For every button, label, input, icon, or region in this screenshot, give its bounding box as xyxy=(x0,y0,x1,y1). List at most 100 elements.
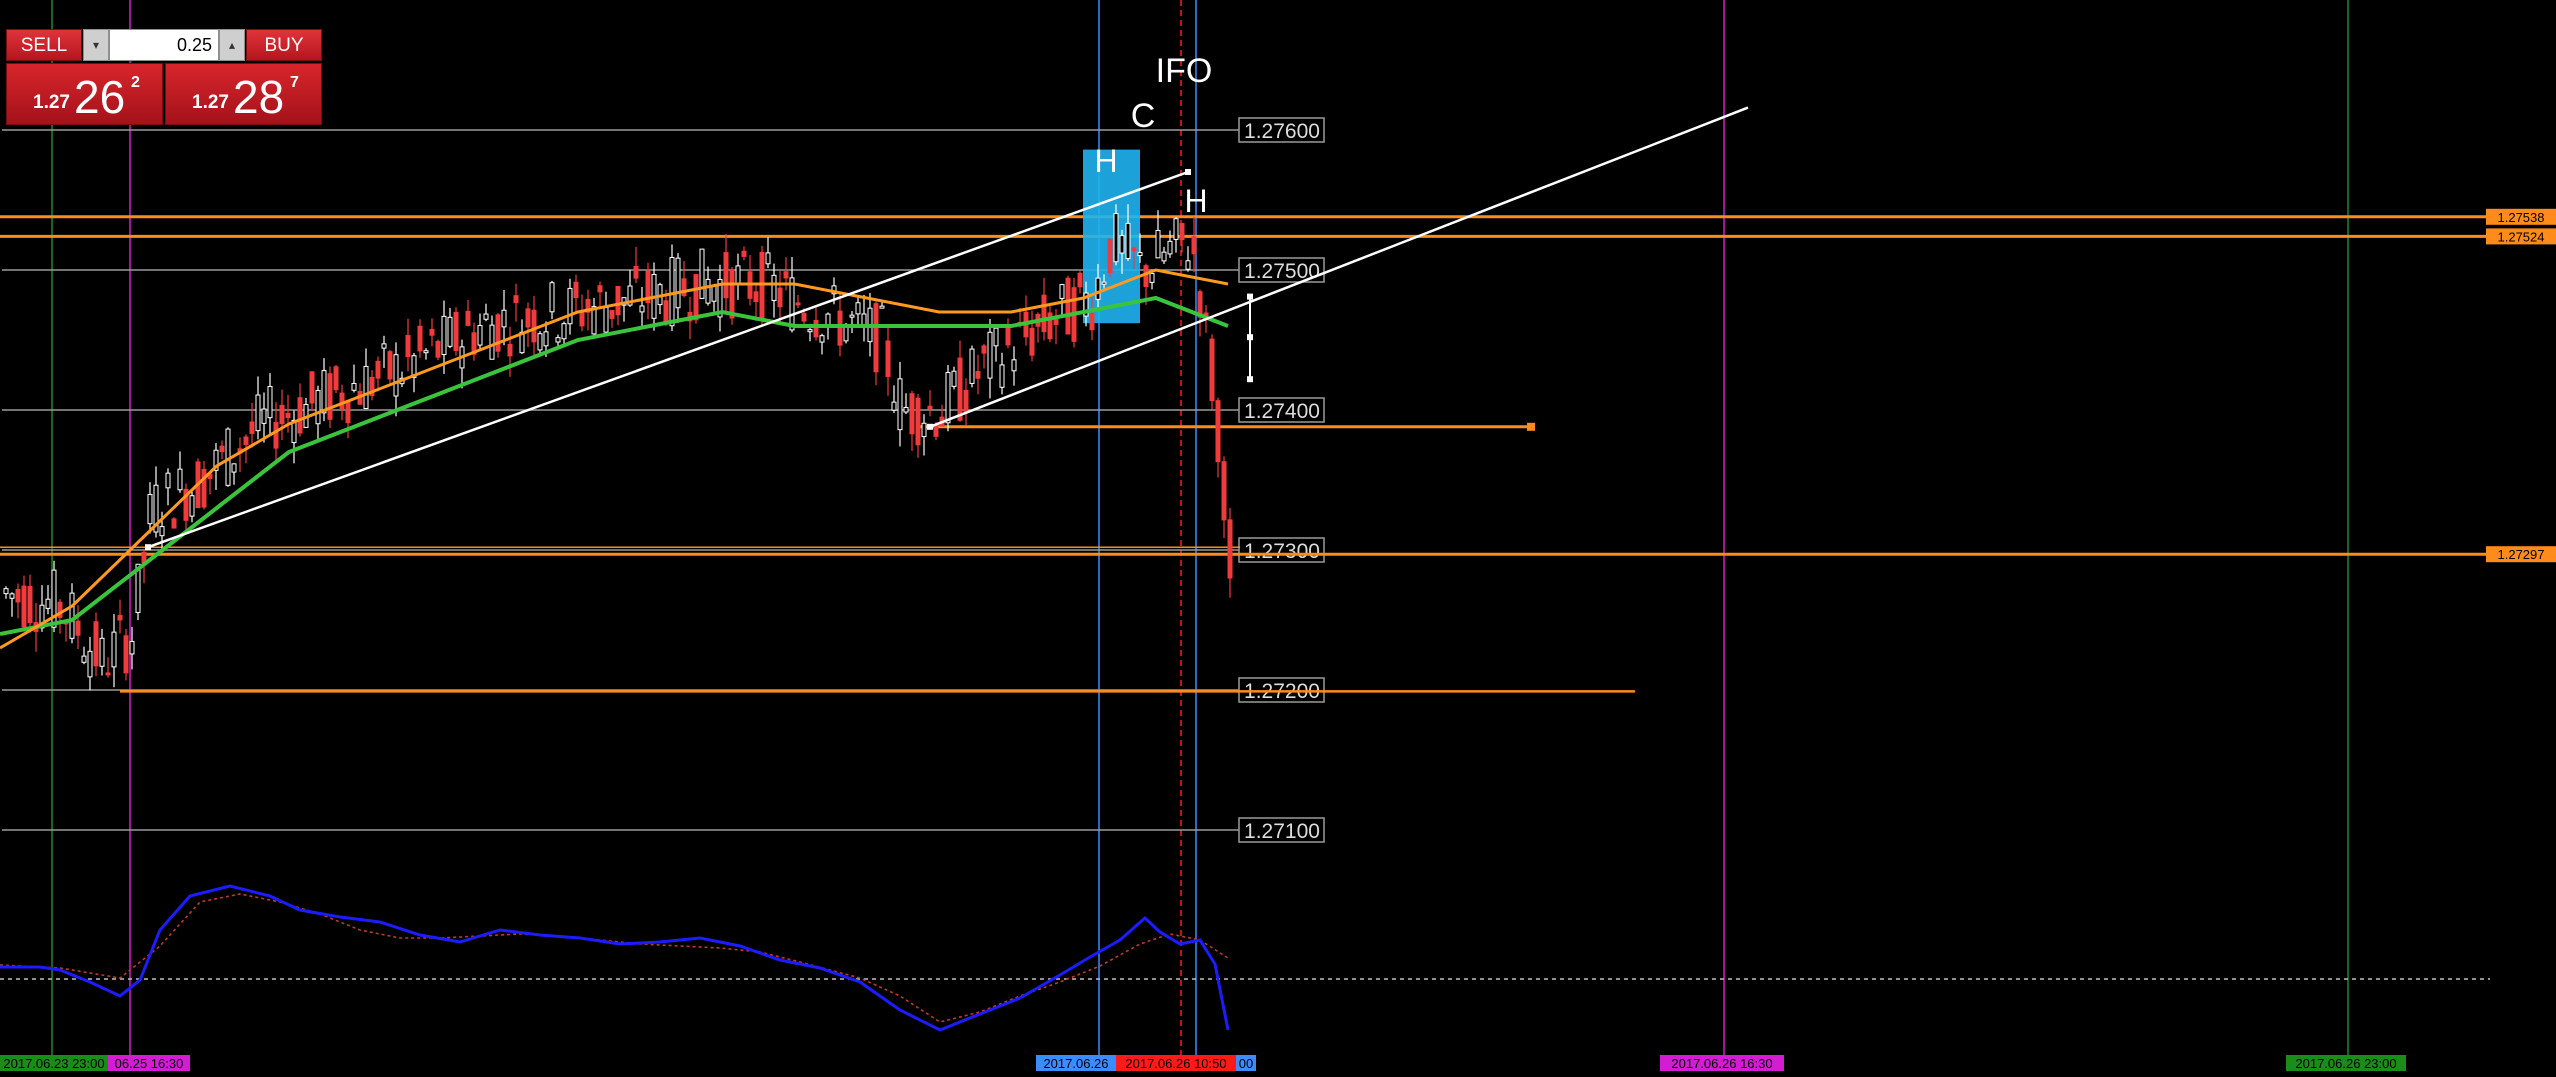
candle-body xyxy=(993,327,999,347)
trendline-handle xyxy=(927,423,933,430)
up-arrow-icon[interactable]: ▴ xyxy=(219,29,245,61)
time-axis-label: 00 xyxy=(1239,1056,1253,1071)
candle-body xyxy=(849,314,855,318)
time-axis-label: 2017.06.23 23:00 xyxy=(3,1056,104,1071)
candle-body xyxy=(279,404,285,425)
candle-body xyxy=(327,373,333,420)
candle-body xyxy=(129,640,135,655)
candle-body xyxy=(105,672,111,676)
candle-body xyxy=(249,421,255,434)
candle-body xyxy=(1089,312,1095,331)
sell-button[interactable]: SELL xyxy=(6,29,82,61)
candle-body xyxy=(99,637,105,667)
candle-body xyxy=(1065,277,1071,335)
candle-body xyxy=(159,526,165,537)
ema-slow-line xyxy=(0,295,1229,636)
candle-body xyxy=(309,371,315,404)
price-level-label: 1.27300 xyxy=(1244,540,1320,563)
trendline-handle xyxy=(1247,293,1253,300)
candle-body xyxy=(339,392,345,410)
candle-body xyxy=(1029,327,1035,356)
ask-price-button[interactable]: 1.27 28 7 xyxy=(165,63,322,125)
candle-body xyxy=(951,370,957,387)
trendline-handle xyxy=(1247,334,1253,341)
candle-body xyxy=(435,340,441,358)
candle-body xyxy=(417,325,423,352)
support-line-handle xyxy=(1527,422,1535,431)
time-axis-label: 06.25 16:30 xyxy=(115,1056,184,1071)
price-level-label: 1.27600 xyxy=(1244,120,1320,143)
candle-body xyxy=(921,422,927,438)
candle-body xyxy=(363,365,369,409)
level-tag-label: 1.27538 xyxy=(2498,210,2545,225)
candle-body xyxy=(111,631,117,668)
candle-body xyxy=(783,271,789,279)
bid-price-button[interactable]: 1.27 26 2 xyxy=(6,63,163,125)
pattern-label: C xyxy=(1131,97,1156,135)
candle-body xyxy=(453,311,459,352)
candle-body xyxy=(609,309,615,319)
candle-body xyxy=(675,257,681,309)
candle-body xyxy=(1101,281,1107,285)
candle-body xyxy=(15,588,21,603)
candle-body xyxy=(1113,212,1119,263)
trendline-handle xyxy=(1247,376,1253,383)
candle-body xyxy=(1143,265,1149,288)
pattern-label: H xyxy=(1094,143,1117,179)
time-axis-label: 2017.06.26 16:30 xyxy=(1671,1056,1772,1071)
volume-input[interactable]: 0.25 xyxy=(109,29,219,61)
ask-price-main: 28 xyxy=(233,71,285,123)
candle-body xyxy=(405,334,411,358)
candle-body xyxy=(1059,284,1065,299)
candle-body xyxy=(1221,461,1227,521)
candle-body xyxy=(273,422,279,449)
candle-body xyxy=(543,331,549,347)
candle-body xyxy=(555,337,561,343)
candle-body xyxy=(45,598,51,609)
candle-body xyxy=(561,323,567,340)
candle-body xyxy=(729,269,735,319)
candle-body xyxy=(1107,238,1113,274)
candle-body xyxy=(381,343,387,349)
candle-body xyxy=(243,436,249,445)
candle-body xyxy=(573,281,579,299)
down-arrow-icon[interactable]: ▾ xyxy=(83,29,109,61)
buy-button[interactable]: BUY xyxy=(246,29,322,61)
candle-body xyxy=(699,248,705,299)
price-chart[interactable]: 1.276001.275001.274001.273001.272001.271… xyxy=(0,0,2556,1077)
candle-body xyxy=(255,394,261,432)
candle-body xyxy=(999,364,1005,388)
price-level-label: 1.27100 xyxy=(1244,820,1320,843)
candle-body xyxy=(315,390,321,425)
candle-body xyxy=(567,287,573,325)
candle-body xyxy=(387,351,393,380)
candle-body xyxy=(1167,240,1173,255)
candle-body xyxy=(351,382,357,391)
candle-body xyxy=(1209,338,1215,402)
candle-body xyxy=(1161,251,1167,262)
ask-price-pip: 7 xyxy=(290,74,299,91)
candle-body xyxy=(897,378,903,431)
candle-body xyxy=(891,401,897,411)
candle-body xyxy=(483,313,489,320)
candle-body xyxy=(975,371,981,379)
candle-body xyxy=(1011,359,1017,372)
candle-body xyxy=(1095,277,1101,300)
candle-body xyxy=(855,302,861,315)
oscillator-main-line xyxy=(0,884,1230,1032)
candle-body xyxy=(123,635,129,674)
candle-body xyxy=(267,386,273,419)
candle-body xyxy=(1041,294,1047,333)
candle-body xyxy=(375,360,381,379)
candle-body xyxy=(777,287,783,308)
candle-body xyxy=(285,412,291,419)
candle-body xyxy=(1053,318,1059,325)
candle-body xyxy=(513,295,519,303)
candle-body xyxy=(1125,222,1131,259)
pattern-label: H xyxy=(1184,183,1207,219)
channel-lower-line xyxy=(929,106,1749,428)
candle-body xyxy=(1227,519,1233,579)
candle-body xyxy=(231,463,237,473)
candle-body xyxy=(465,310,471,326)
candle-body xyxy=(723,252,729,299)
